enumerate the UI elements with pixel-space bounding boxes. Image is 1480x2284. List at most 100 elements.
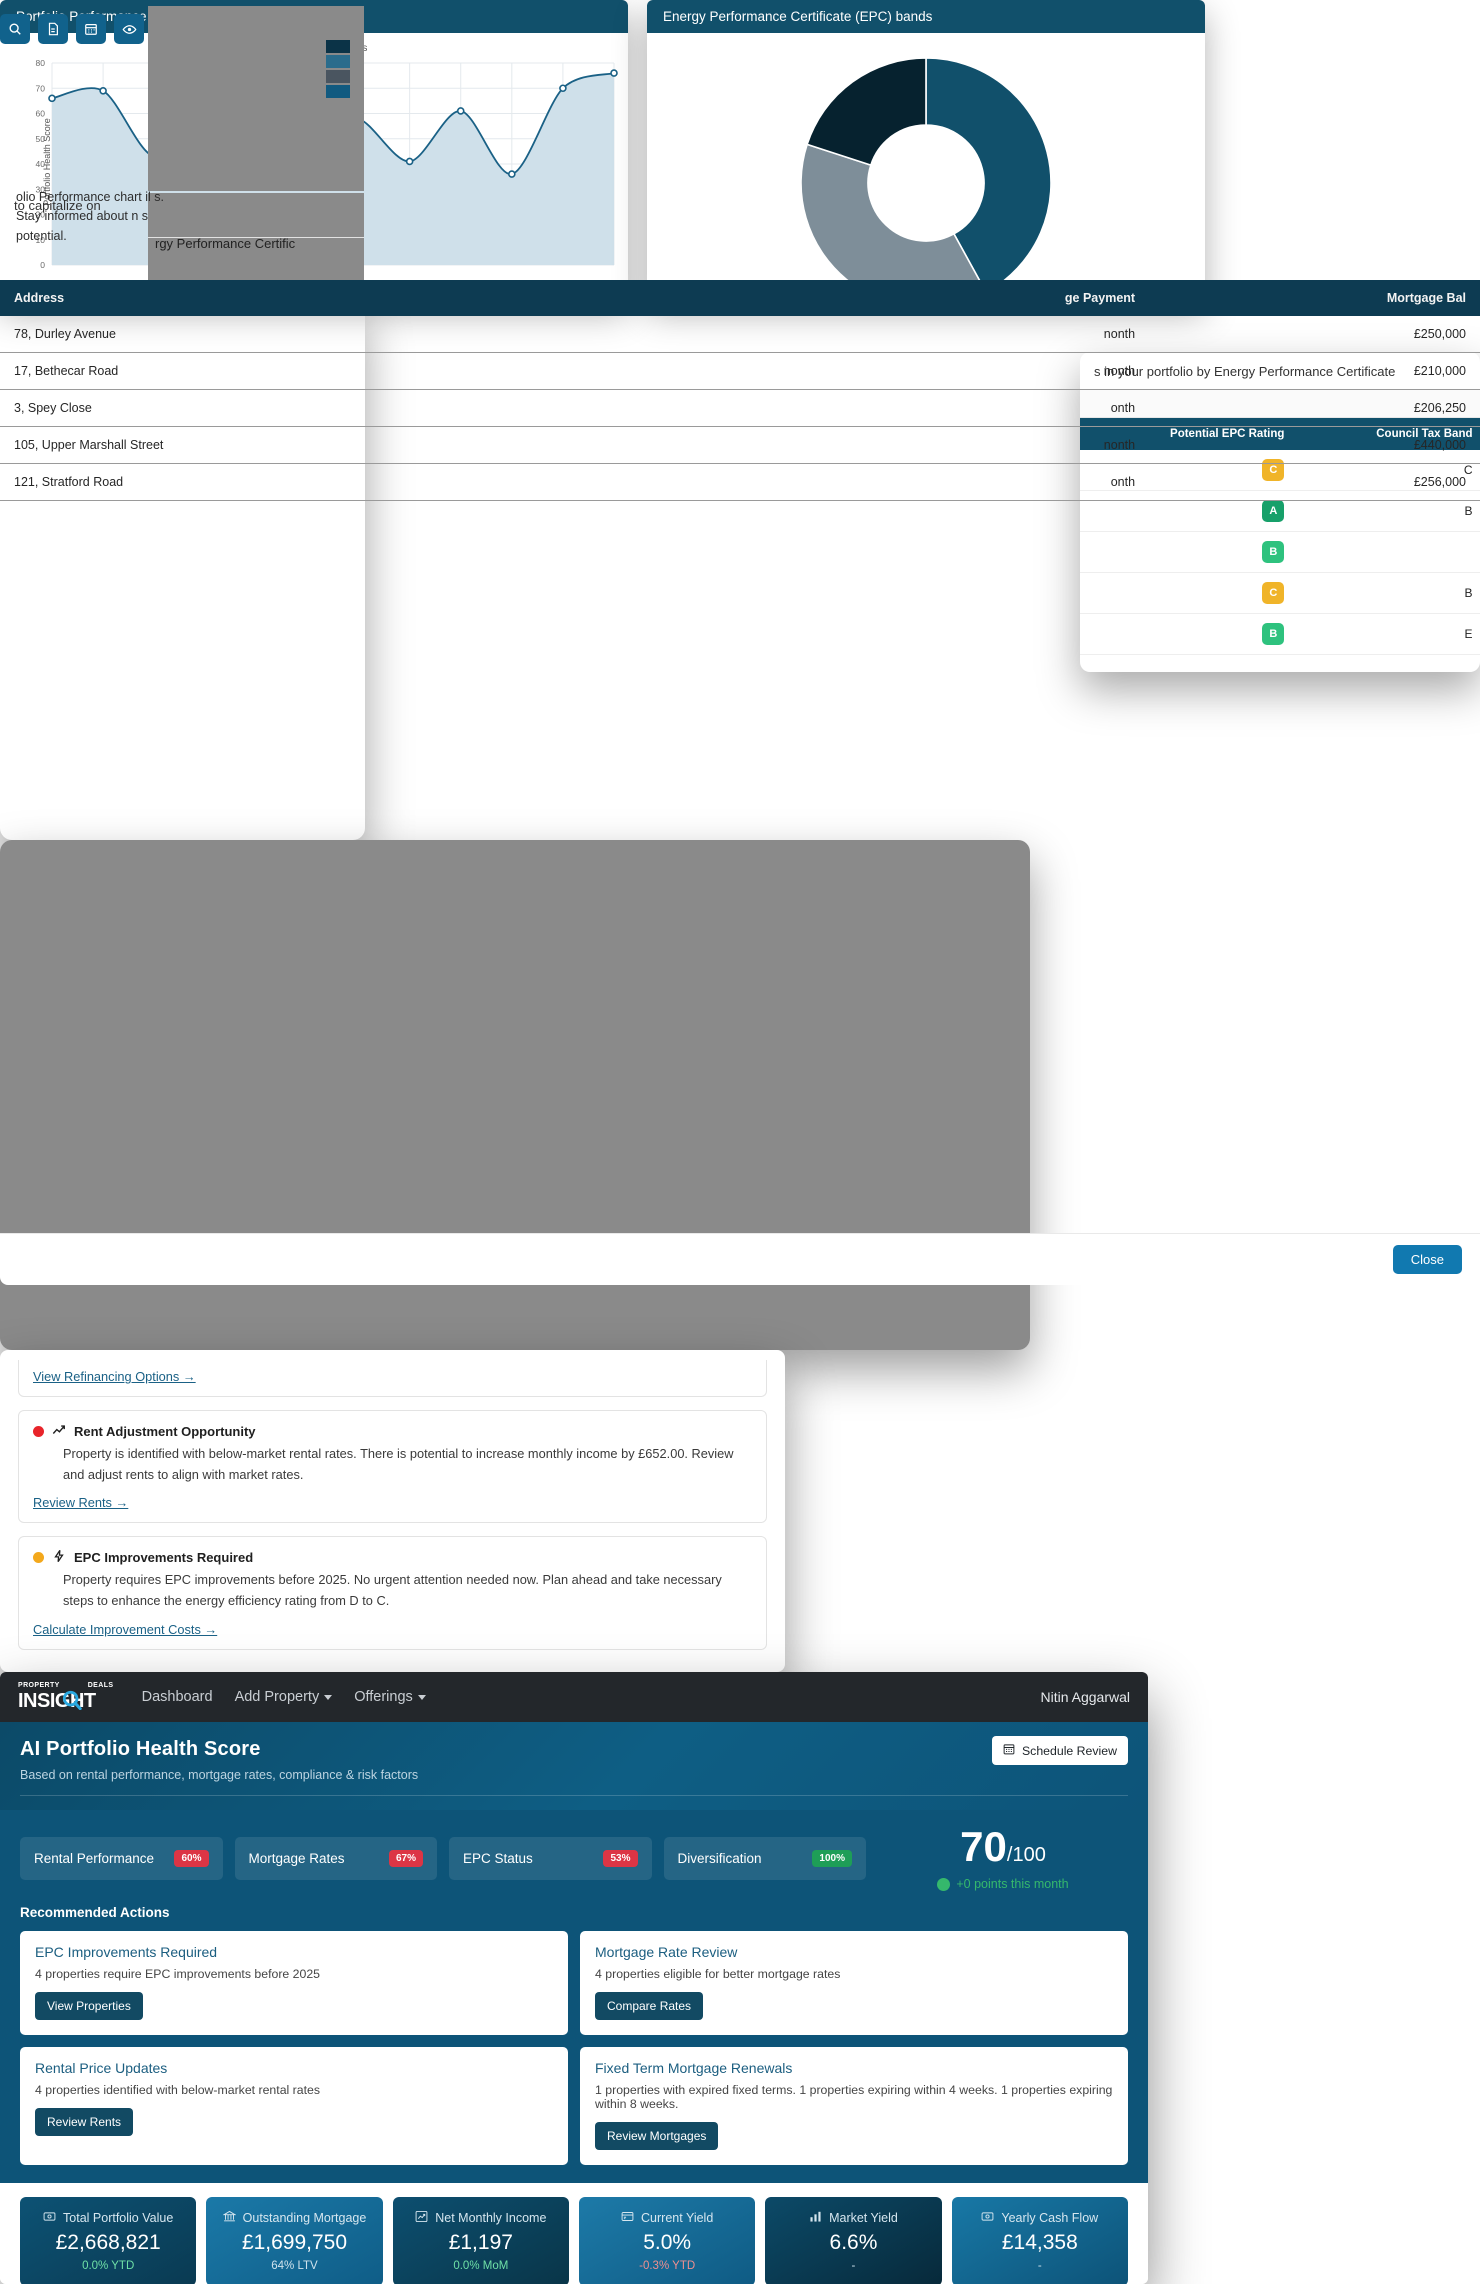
metric-badge: 60%	[174, 1850, 209, 1867]
svg-text:0: 0	[40, 260, 45, 270]
metric-epc-status[interactable]: EPC Status 53%	[449, 1837, 652, 1880]
cash-icon	[981, 2210, 994, 2226]
action-description: 4 properties eligible for better mortgag…	[595, 1967, 841, 1981]
chevron-down-icon	[417, 1694, 426, 1700]
kpi-value: 6.6%	[829, 2231, 878, 2254]
action-card: Mortgage Rate Review 4 properties eligib…	[580, 1931, 1128, 2035]
preview-bar	[326, 55, 350, 68]
metric-badge: 100%	[812, 1850, 852, 1867]
refinancing-stub: View Refinancing Options →	[18, 1360, 767, 1397]
recommendation-card: EPC Improvements Required Property requi…	[18, 1536, 767, 1650]
bolt-icon	[52, 1549, 66, 1566]
score-value-wrap: 70/100	[878, 1826, 1128, 1868]
metric-mortgage-rates[interactable]: Mortgage Rates 67%	[234, 1837, 437, 1880]
table-row: 17, Bethecar Road nonth £210,000	[0, 352, 1480, 390]
kpi-card: Total Portfolio Value £2,668,821 0.0% YT…	[20, 2197, 197, 2284]
overall-score: 70/100 +0 points this month	[878, 1826, 1128, 1891]
recommended-actions-heading: Recommended Actions	[20, 1905, 170, 1920]
preview-bar	[326, 40, 350, 53]
eye-icon[interactable]	[114, 14, 144, 44]
kpi-value: £1,197	[448, 2231, 513, 2254]
recommendation-card: Rent Adjustment Opportunity Property is …	[18, 1410, 767, 1524]
severity-dot	[33, 1426, 44, 1437]
action-title: Fixed Term Mortgage Renewals	[595, 2060, 793, 2076]
table-row: 3, Spey Close onth £206,250	[0, 389, 1480, 427]
balance-cell: £210,000	[1149, 352, 1480, 390]
kpi-label: Outstanding Mortgage	[242, 2211, 367, 2225]
metric-label: Mortgage Rates	[248, 1851, 345, 1866]
svg-text:70: 70	[36, 83, 46, 93]
kpi-value: £2,668,821	[55, 2231, 161, 2254]
score-delta-label: +0 points this month	[956, 1877, 1069, 1891]
action-card: EPC Improvements Required 4 properties r…	[20, 1931, 568, 2035]
report-spacer-header	[198, 280, 846, 316]
score-max: /100	[1006, 1844, 1046, 1866]
kpi-label-row: Net Monthly Income	[401, 2210, 561, 2226]
action-button[interactable]: Compare Rates	[595, 1992, 704, 2020]
kpi-subtext: 64% LTV	[271, 2260, 318, 2272]
user-name[interactable]: Nitin Aggarwal	[1041, 1689, 1131, 1705]
nav-item-add-property[interactable]: Add Property	[235, 1689, 333, 1705]
payment-cell: nonth	[846, 426, 1150, 464]
kpi-card: Market Yield 6.6% -	[765, 2197, 942, 2284]
close-button[interactable]: Close	[1392, 1245, 1462, 1274]
epc-rating-badge: B	[1262, 623, 1285, 645]
recommendation-body: Property requires EPC improvements befor…	[63, 1572, 722, 1609]
properties-table: Address ge Payment Mortgage Bal 78, Durl…	[0, 280, 1480, 501]
action-title: Mortgage Rate Review	[595, 1944, 738, 1960]
payment-cell: onth	[846, 463, 1150, 501]
kpi-subtext: 0.0% YTD	[82, 2260, 135, 2272]
recommended-actions-section: Recommended Actions EPC Improvements Req…	[0, 1891, 1148, 2183]
address-cell: 3, Spey Close	[0, 389, 198, 427]
action-description: 1 properties with expired fixed terms. 1…	[595, 2083, 1113, 2111]
recommendation-link[interactable]: Review Rents →	[33, 1495, 128, 1510]
balance-cell: £206,250	[1149, 389, 1480, 427]
epc-rating-badge: A	[1262, 500, 1285, 522]
card-icon	[621, 2210, 634, 2226]
hero-divider	[20, 1795, 1128, 1796]
action-button[interactable]: View Properties	[35, 1992, 143, 2020]
address-cell: 78, Durley Avenue	[0, 316, 198, 353]
trend-up-icon	[52, 1423, 66, 1440]
balance-cell: £256,000	[1149, 463, 1480, 501]
nav-item-dashboard[interactable]: Dashboard	[142, 1689, 213, 1705]
kpi-value: £14,358	[1001, 2231, 1078, 2254]
council-tax-band-cell	[1296, 531, 1480, 573]
search-icon[interactable]	[0, 14, 30, 44]
kpi-subtext: -	[851, 2260, 856, 2272]
recommendation-header: EPC Improvements Required	[33, 1549, 752, 1566]
kpi-label: Yearly Cash Flow	[1001, 2211, 1099, 2225]
properties-table-body: 78, Durley Avenue nonth £250,000 17, Bet…	[0, 316, 1480, 501]
view-refinancing-options-link[interactable]: View Refinancing Options →	[33, 1369, 196, 1384]
metric-rental-performance[interactable]: Rental Performance 60%	[20, 1837, 223, 1880]
metric-diversification[interactable]: Diversification 100%	[663, 1837, 866, 1880]
spacer-cell	[198, 316, 846, 353]
action-description: 4 properties require EPC improvements be…	[35, 1967, 321, 1981]
recommendation-link[interactable]: Calculate Improvement Costs →	[33, 1622, 217, 1637]
calendar-icon	[1003, 1743, 1015, 1758]
svg-text:60: 60	[36, 109, 46, 119]
epc-bands-title: Energy Performance Certificate (EPC) ban…	[647, 0, 1205, 33]
trend-up-icon	[937, 1877, 951, 1891]
document-icon[interactable]	[38, 14, 68, 44]
page-title: AI Portfolio Health Score	[20, 1738, 261, 1760]
schedule-review-button[interactable]: Schedule Review	[991, 1736, 1128, 1765]
calendar-icon[interactable]	[76, 14, 106, 44]
action-button[interactable]: Review Mortgages	[595, 2122, 719, 2150]
kpi-label: Net Monthly Income	[435, 2211, 547, 2225]
epc-rating-cell: B	[1080, 613, 1297, 655]
metric-badge: 53%	[603, 1850, 638, 1867]
ai-portfolio-health-window: PROPERTY DEALS INSIGHT Dashboard Add Pro…	[0, 1672, 1148, 2284]
action-button[interactable]: Review Rents	[35, 2108, 134, 2136]
brand-logo[interactable]: PROPERTY DEALS INSIGHT	[18, 1682, 116, 1713]
nav-item-offerings[interactable]: Offerings	[354, 1689, 426, 1705]
report-table-zone: Address ge Payment Mortgage Bal 78, Durl…	[0, 280, 1480, 501]
health-score-hero: AI Portfolio Health Score Based on renta…	[0, 1722, 1148, 1810]
recommendations-modal: View Refinancing Options → Rent Adjustme…	[0, 1233, 1480, 1672]
report-column-header: Mortgage Bal	[1149, 280, 1480, 316]
payment-cell: onth	[846, 389, 1150, 427]
action-card: Fixed Term Mortgage Renewals 1 propertie…	[580, 2047, 1128, 2165]
table-row: 105, Upper Marshall Street nonth £440,00…	[0, 426, 1480, 464]
council-tax-band-cell: E	[1296, 613, 1480, 655]
metric-label: EPC Status	[463, 1851, 533, 1866]
